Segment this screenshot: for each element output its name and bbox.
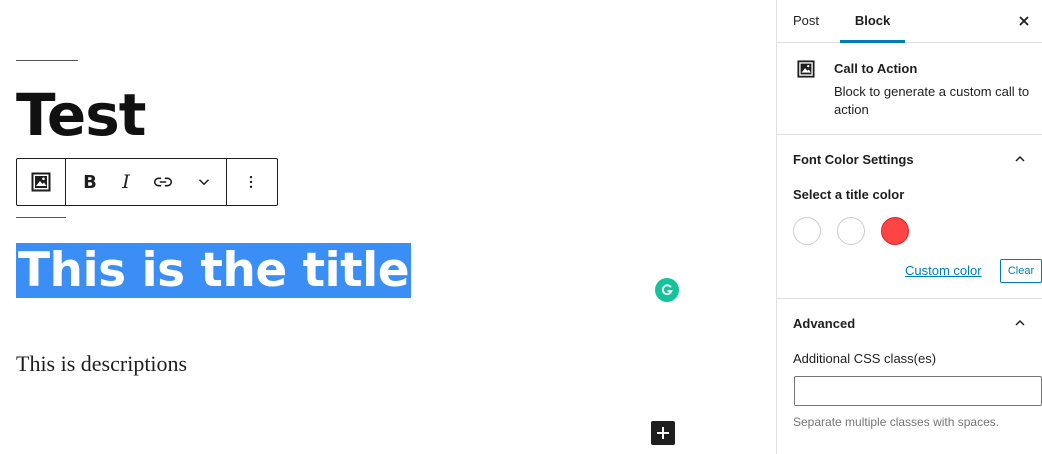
options-group [227, 159, 275, 205]
block-card: Call to Action Block to generate a custo… [777, 0, 1042, 135]
settings-sidebar: Post Block Call to Action Block to gener… [776, 0, 1042, 454]
block-name: Call to Action [834, 61, 918, 76]
image-block-icon [797, 60, 815, 78]
panel-title: Advanced [793, 315, 856, 331]
chevron-down-icon [198, 179, 210, 186]
plus-icon [657, 427, 669, 439]
chevron-up-icon [1008, 311, 1032, 335]
color-swatch-white[interactable] [837, 217, 865, 245]
color-swatches [793, 217, 909, 245]
css-classes-help: Separate multiple classes with spaces. [793, 415, 1000, 429]
css-classes-input[interactable] [794, 376, 1042, 406]
italic-button[interactable]: I [108, 159, 144, 205]
cta-title[interactable]: This is the title [16, 243, 412, 298]
separator [16, 217, 66, 218]
formatting-group: B I [66, 159, 227, 205]
block-type-group [17, 159, 66, 205]
font-color-panel: Font Color Settings Select a title color… [777, 135, 1042, 299]
bold-button[interactable]: B [72, 159, 108, 205]
panel-title: Font Color Settings [793, 151, 914, 167]
post-title[interactable]: Test [16, 78, 146, 152]
select-color-label: Select a title color [793, 187, 905, 202]
block-inserter-button[interactable] [651, 421, 675, 445]
font-color-panel-toggle[interactable]: Font Color Settings [777, 135, 1042, 183]
color-swatch-white[interactable] [793, 217, 821, 245]
link-button[interactable] [144, 159, 182, 205]
block-options-button[interactable] [227, 159, 275, 205]
chevron-up-icon [1008, 147, 1032, 171]
editor-canvas: Test B I This is the title This is descr… [0, 0, 776, 454]
block-description: Block to generate a custom call to actio… [834, 84, 1030, 117]
grammarly-icon[interactable] [655, 278, 679, 302]
more-vertical-icon [249, 175, 253, 189]
advanced-panel: Advanced Additional CSS class(es) Separa… [777, 299, 1042, 454]
css-classes-label: Additional CSS class(es) [793, 351, 937, 366]
link-icon [153, 177, 173, 187]
cta-description[interactable]: This is descriptions [16, 351, 187, 377]
grammarly-g-icon [661, 284, 673, 296]
block-toolbar: B I [16, 158, 278, 206]
block-type-button[interactable] [17, 159, 65, 205]
clear-button[interactable]: Clear [1000, 259, 1042, 283]
color-swatch-red[interactable] [881, 217, 909, 245]
custom-color-link[interactable]: Custom color [905, 263, 982, 278]
more-formatting-button[interactable] [182, 159, 226, 205]
image-block-icon [31, 172, 51, 192]
separator [16, 60, 78, 61]
advanced-panel-toggle[interactable]: Advanced [777, 299, 1042, 347]
